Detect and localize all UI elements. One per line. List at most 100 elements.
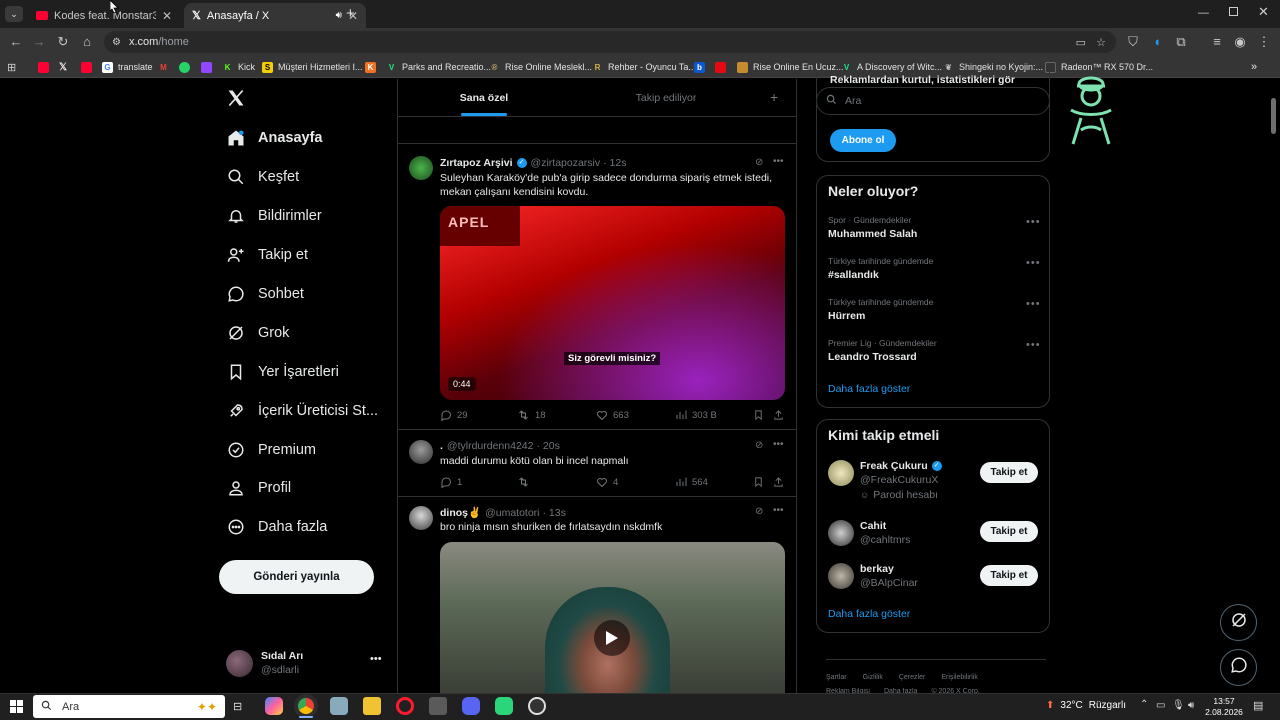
post-handle[interactable]: @tylrdurdenn4242 <box>447 440 534 452</box>
post-author[interactable]: dinoş✌️ <box>440 506 481 519</box>
post-author[interactable]: Zırtapoz Arşivi <box>440 157 513 169</box>
nav-notifications[interactable]: Bildirimler <box>226 199 322 233</box>
like-button[interactable]: 663 <box>596 409 629 421</box>
trend-more-icon[interactable]: ••• <box>1026 257 1041 269</box>
tab-youtube[interactable]: Kodes feat. Monstar361 - Yeralt ✕ <box>28 3 180 28</box>
follow-show-more-link[interactable]: Daha fazla göster <box>828 608 910 620</box>
profile-avatar-icon[interactable]: ◉ <box>1232 34 1248 50</box>
copilot-icon[interactable] <box>265 697 283 715</box>
nav-bookmarks[interactable]: Yer İşaretleri <box>226 355 339 389</box>
post-video[interactable] <box>440 542 785 693</box>
chrome-icon[interactable] <box>294 694 318 718</box>
nav-profile[interactable]: Profil <box>226 471 291 505</box>
bookmark-red-icon[interactable] <box>715 59 731 75</box>
tab-search-button[interactable]: ⌄ <box>5 6 23 22</box>
messages-float-button[interactable] <box>1220 649 1257 686</box>
grok-post-icon[interactable]: ⊘ <box>755 506 763 517</box>
close-window-button[interactable]: ✕ <box>1258 4 1269 20</box>
discord-icon[interactable] <box>462 697 480 715</box>
post-button[interactable]: Gönderi yayınla <box>219 560 374 594</box>
post-more-icon[interactable]: ••• <box>773 156 784 167</box>
tab-x-home[interactable]: 𝕏 Anasayfa / X 🔊︎ ✕ <box>184 3 366 28</box>
tray-chevron-icon[interactable]: ⌃ <box>1140 699 1148 710</box>
trends-show-more-link[interactable]: Daha fazla göster <box>828 383 910 395</box>
bookmark-youtube2-icon[interactable] <box>81 59 97 75</box>
trend-item[interactable]: Premier Lig · Gündemdekiler Leandro Tros… <box>828 338 1038 363</box>
app-circle-icon[interactable] <box>528 697 546 715</box>
footer-terms[interactable]: Şartlar <box>826 674 847 681</box>
forward-icon[interactable]: → <box>31 34 47 50</box>
bookmark-post-icon[interactable] <box>753 476 769 488</box>
volume-icon[interactable]: 🔊︎ <box>1188 700 1194 711</box>
post-handle[interactable]: @zirtapozarsiv <box>531 157 601 169</box>
follow-suggestion[interactable]: Freak Çukuru ✓ @FreakCukuruX ☺ Parodi he… <box>860 460 975 501</box>
views-button[interactable]: 303 B <box>675 409 717 421</box>
bookmark-youtube-icon[interactable] <box>38 59 54 75</box>
footer-accessibility[interactable]: Erişilebilirlik <box>941 674 978 681</box>
views-button[interactable]: 564 <box>675 476 708 488</box>
puzzle-icon[interactable]: ⧉ <box>1173 34 1189 50</box>
install-app-icon[interactable]: ▭ <box>1076 36 1086 49</box>
trend-item[interactable]: Türkiye tarihinde gündemde #sallandık <box>828 256 1038 281</box>
follow-suggestion[interactable]: Cahit @cahltmrs <box>860 520 975 546</box>
account-more-icon[interactable]: ••• <box>370 653 382 665</box>
share-icon[interactable] <box>773 476 789 488</box>
app-green-icon[interactable] <box>495 697 513 715</box>
avatar[interactable] <box>409 506 433 530</box>
grok-float-button[interactable] <box>1220 604 1257 641</box>
post-more-icon[interactable]: ••• <box>773 505 784 516</box>
avatar[interactable] <box>828 520 854 546</box>
follow-button[interactable]: Takip et <box>980 521 1038 542</box>
reply-button[interactable]: 1 <box>440 476 462 488</box>
post-author[interactable]: . <box>440 440 443 452</box>
address-bar[interactable]: ⚙ x.com/home ▭ ☆ <box>104 31 1116 53</box>
bookmark-post-icon[interactable] <box>753 409 769 421</box>
bookmark-kick[interactable]: K Kick <box>222 59 255 75</box>
nav-more[interactable]: Daha fazla <box>226 510 327 544</box>
bookmark-star-icon[interactable]: ☆ <box>1096 36 1106 49</box>
repost-button[interactable] <box>517 476 535 488</box>
bookmark-twitch-icon[interactable] <box>201 59 217 75</box>
shield-extension-icon[interactable]: ⛉ <box>1125 34 1141 50</box>
new-tab-button[interactable]: + <box>346 6 360 22</box>
follow-button[interactable]: Takip et <box>980 462 1038 483</box>
post-time[interactable]: · 13s <box>543 507 566 519</box>
maximize-button[interactable] <box>1229 7 1238 16</box>
follow-suggestion[interactable]: berkay @BAlpCinar <box>860 563 975 589</box>
weather-widget[interactable]: ⬆ 32°C Rüzgarlı <box>1046 700 1126 711</box>
play-button-icon[interactable] <box>594 620 630 656</box>
follow-button[interactable]: Takip et <box>980 565 1038 586</box>
bookmark-musteri[interactable]: S Müşteri Hizmetleri I... <box>262 59 363 75</box>
trend-more-icon[interactable]: ••• <box>1026 298 1041 310</box>
file-explorer-icon[interactable] <box>363 697 381 715</box>
grok-post-icon[interactable]: ⊘ <box>755 157 763 168</box>
extension-icon[interactable]: ◖ <box>1149 34 1165 50</box>
nav-chat[interactable]: Sohbet <box>226 277 304 311</box>
bookmark-k-icon[interactable]: K <box>365 59 381 75</box>
add-tab-icon[interactable]: + <box>770 89 778 105</box>
back-icon[interactable]: ← <box>8 34 24 50</box>
calculator-icon[interactable] <box>429 697 447 715</box>
reply-button[interactable]: 29 <box>440 409 468 421</box>
nav-creator-studio[interactable]: İçerik Üreticisi St... <box>226 394 378 428</box>
like-button[interactable]: 4 <box>596 476 618 488</box>
start-button-icon[interactable] <box>10 700 23 713</box>
clock[interactable]: 13:57 2.08.2026 <box>1203 696 1245 718</box>
post-handle[interactable]: @umatotori <box>485 507 539 519</box>
footer-privacy[interactable]: Gizlilik <box>863 674 883 681</box>
files-app-icon[interactable] <box>330 697 348 715</box>
avatar[interactable] <box>409 156 433 180</box>
trend-item[interactable]: Spor · Gündemdekiler Muhammed Salah <box>828 215 1038 240</box>
taskbar-search[interactable]: Ara ✦✦ <box>33 695 225 718</box>
account-switcher[interactable]: Sıdal Arı @sdlarli ••• <box>226 648 386 682</box>
share-icon[interactable] <box>773 409 789 421</box>
network-icon[interactable]: ▭ <box>1156 700 1165 711</box>
bookmark-parks[interactable]: V Parks and Recreatio... <box>386 59 491 75</box>
apps-icon[interactable]: ⊞ <box>7 59 16 75</box>
trend-item[interactable]: Türkiye tarihinde gündemde Hürrem <box>828 297 1038 322</box>
speaker-icon[interactable]: 🔊︎ <box>336 10 342 21</box>
media-icon[interactable]: ≡ <box>1209 34 1225 50</box>
notifications-icon[interactable]: ▤ <box>1253 699 1263 712</box>
menu-icon[interactable]: ⋮ <box>1256 34 1272 50</box>
bookmark-translate[interactable]: Gtranslate <box>102 59 153 75</box>
